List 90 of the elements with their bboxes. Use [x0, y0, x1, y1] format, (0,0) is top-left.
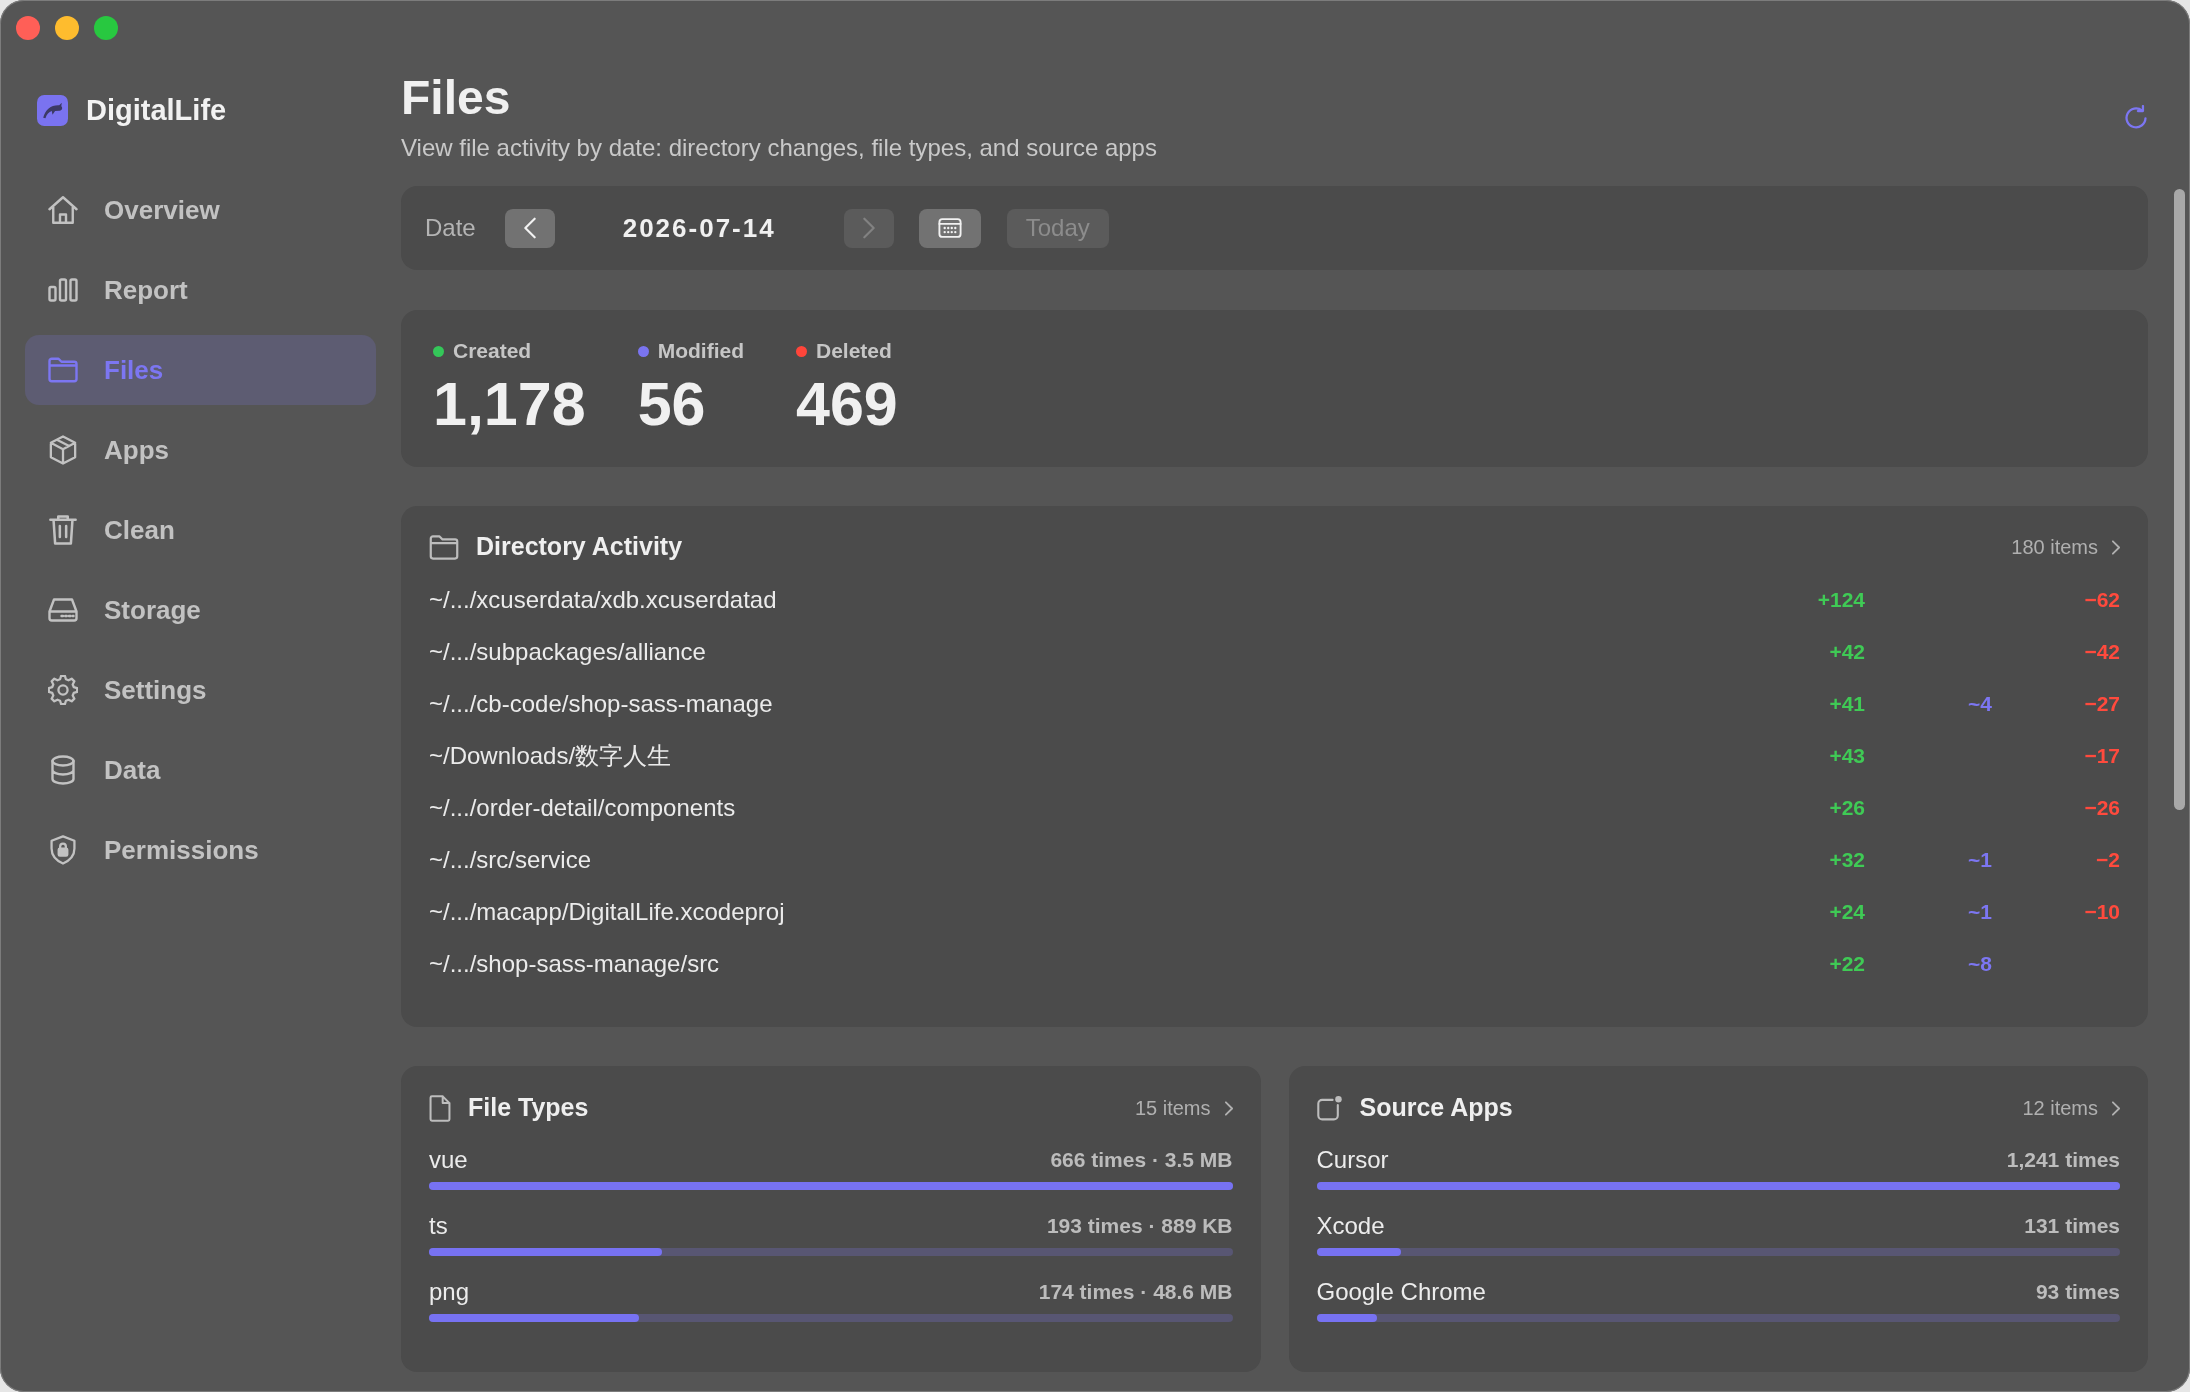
modified-count: ~4	[1967, 691, 1992, 718]
app-logo-icon	[37, 95, 68, 126]
stat-label: Deleted	[816, 338, 892, 364]
stat-value: 469	[796, 374, 898, 435]
page-subtitle: View file activity by date: directory changes, file types, and source apps	[401, 133, 1157, 163]
item-stats: 1,241 times	[2006, 1147, 2120, 1174]
bar-chart-icon	[48, 275, 78, 305]
item-stats: 193 times · 889 KB	[1046, 1213, 1233, 1240]
zoom-button[interactable]	[94, 16, 118, 40]
created-count: +43	[1828, 743, 1865, 770]
directory-path: ~/.../shop-sass-manage/src	[429, 949, 721, 979]
sidebar-item[interactable]: Clean	[25, 495, 376, 565]
app-square-icon	[1316, 1095, 1343, 1121]
deleted-count: −27	[2083, 691, 2120, 718]
modified-count: ~1	[1967, 847, 1992, 874]
created-count: +41	[1828, 691, 1865, 718]
date-value: 2026-07-14	[621, 211, 777, 245]
deleted-count: −10	[2083, 899, 2120, 926]
sidebar-item[interactable]: Overview	[25, 175, 376, 245]
sidebar-item[interactable]: Data	[25, 735, 376, 805]
created-count: +24	[1828, 899, 1865, 926]
item-name: Cursor	[1316, 1145, 1389, 1175]
directory-path: ~/Downloads/数字人生	[429, 741, 673, 771]
sidebar-item[interactable]: Storage	[25, 575, 376, 645]
item-name: Google Chrome	[1316, 1277, 1486, 1307]
item-stats: 666 times · 3.5 MB	[1050, 1147, 1233, 1174]
section-title: File Types	[468, 1092, 589, 1124]
created-count: +32	[1828, 847, 1865, 874]
created-count: +42	[1828, 639, 1865, 666]
item-stats: 131 times	[2024, 1213, 2120, 1240]
calendar-button[interactable]	[918, 208, 981, 248]
stat-value: 56	[637, 374, 707, 435]
show-all-button[interactable]: 15 items	[1134, 1093, 1233, 1123]
created-count: +124	[1816, 587, 1865, 614]
item-stats: 174 times · 48.6 MB	[1038, 1279, 1233, 1306]
folder-icon	[48, 355, 78, 385]
drive-icon	[48, 595, 78, 625]
refresh-icon[interactable]	[2124, 105, 2148, 129]
folder-icon	[429, 534, 459, 560]
item-name: Xcode	[1316, 1211, 1385, 1241]
database-icon	[48, 755, 78, 785]
item-name: ts	[429, 1211, 448, 1241]
cube-icon	[48, 435, 78, 465]
app-title: DigitalLife	[86, 96, 227, 125]
modified-count: ~1	[1967, 899, 1992, 926]
close-button[interactable]	[16, 16, 40, 40]
item-stats: 93 times	[2035, 1279, 2120, 1306]
scrollbar-thumb[interactable]	[2174, 189, 2185, 810]
gear-icon	[48, 675, 78, 705]
sidebar-item[interactable]: Settings	[25, 655, 376, 725]
deleted-count: −62	[2083, 587, 2120, 614]
stat-label: Created	[453, 338, 532, 364]
directory-path: ~/.../subpackages/alliance	[429, 637, 707, 667]
created-count: +26	[1828, 795, 1865, 822]
deleted-count: −42	[2083, 639, 2120, 666]
section-title: Source Apps	[1359, 1092, 1513, 1124]
created-count: +22	[1828, 951, 1865, 978]
chevron-right-icon	[2112, 539, 2120, 555]
item-name: vue	[429, 1145, 468, 1175]
sidebar-item[interactable]: Report	[25, 255, 376, 325]
directory-path: ~/.../cb-code/shop-sass-manage	[429, 689, 774, 719]
deleted-count: −26	[2083, 795, 2120, 822]
section-title: Directory Activity	[476, 531, 683, 563]
sidebar-item[interactable]: Apps	[25, 415, 376, 485]
chevron-right-icon	[1224, 1100, 1233, 1116]
chevron-right-icon	[862, 217, 875, 239]
show-all-button[interactable]: 12 items	[2022, 1093, 2120, 1123]
directory-path: ~/.../order-detail/components	[429, 793, 737, 823]
directory-path: ~/.../xcuserdata/xdb.xcuserdatad	[429, 585, 778, 615]
modified-count: ~8	[1967, 951, 1992, 978]
stat-value: 1,178	[433, 374, 586, 435]
item-name: png	[429, 1277, 470, 1307]
home-icon	[48, 195, 78, 225]
calendar-icon	[937, 218, 962, 238]
deleted-count: −17	[2083, 743, 2120, 770]
document-icon	[429, 1094, 451, 1122]
directory-path: ~/.../src/service	[429, 845, 593, 875]
shield-lock-icon	[48, 835, 78, 865]
chevron-right-icon	[2112, 1100, 2120, 1116]
minimize-button[interactable]	[55, 16, 79, 40]
sidebar-item[interactable]: Permissions	[25, 815, 376, 885]
deleted-count: −2	[2095, 847, 2120, 874]
trash-icon	[48, 515, 78, 545]
date-label: Date	[425, 213, 476, 243]
previous-day-button[interactable]	[504, 208, 555, 248]
page-title: Files	[401, 71, 512, 124]
show-all-button[interactable]: 180 items	[2011, 532, 2120, 562]
directory-path: ~/.../macapp/DigitalLife.xcodeproj	[429, 897, 786, 927]
chevron-left-icon	[523, 217, 536, 239]
stat-label: Modified	[657, 338, 744, 364]
